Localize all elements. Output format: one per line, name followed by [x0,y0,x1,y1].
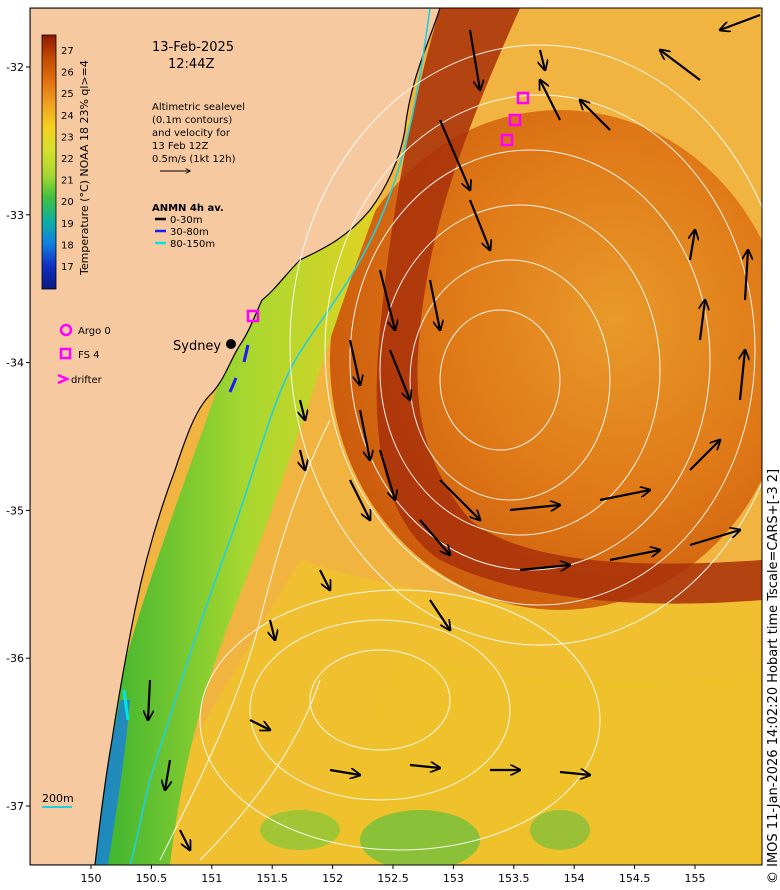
y-tick-label: -32 [6,61,24,74]
svg-text:13 Feb 12Z: 13 Feb 12Z [152,141,209,152]
x-axis: 150 150.5 151 151.5 152 152.5 153 153.5 154 154.5… [81,865,706,885]
svg-text:FS 4: FS 4 [78,350,99,361]
colorbar-tick-label: 23 [61,132,74,143]
x-tick-label: 152.5 [377,872,409,885]
colorbar-tick-label: 21 [61,176,74,187]
city-label: Sydney [173,339,221,354]
svg-text:Argo 0: Argo 0 [78,326,111,337]
colorbar-tick-label: 19 [61,219,74,230]
x-tick-label: 152 [322,872,343,885]
map-field [30,8,762,865]
colorbar-tick-label: 18 [61,240,74,251]
colorbar: 27 26 25 24 23 22 21 20 19 18 17 Temperature (°C) … [41,34,91,290]
colorbar-tick-label: 24 [61,111,74,122]
colorbar-tick-label: 27 [61,46,74,57]
svg-text:30-80m: 30-80m [170,227,209,238]
y-tick-label: -37 [6,800,24,813]
x-tick-label: 151.5 [256,872,288,885]
colorbar-tick-label: 22 [61,154,74,165]
svg-text:and velocity for: and velocity for [152,128,231,139]
y-axis: -32 -33 -34 -35 -36 -37 [6,61,30,813]
map-date: 13-Feb-2025 [152,40,234,55]
x-tick-label: 153 [443,872,464,885]
isobath-label: 200m [42,792,74,805]
svg-text:ANMN 4h av.: ANMN 4h av. [152,203,224,214]
x-tick-label: 154 [564,872,585,885]
x-tick-label: 155 [685,872,706,885]
city-marker [226,339,236,349]
x-tick-label: 150.5 [136,872,168,885]
y-tick-label: -35 [6,504,24,517]
map-time: 12:44Z [168,57,214,72]
svg-text:0.5m/s (1kt 12h): 0.5m/s (1kt 12h) [152,154,236,165]
x-tick-label: 150 [81,872,102,885]
svg-text:0-30m: 0-30m [170,215,202,226]
svg-text:Altimetric sealevel: Altimetric sealevel [152,102,245,113]
x-tick-label: 153.5 [498,872,530,885]
y-tick-label: -33 [6,209,24,222]
y-tick-label: -36 [6,652,24,665]
svg-text:drifter: drifter [71,375,103,386]
svg-text:80-150m: 80-150m [170,239,215,250]
x-tick-label: 151 [201,872,222,885]
colorbar-tick-label: 17 [61,262,74,273]
credit-text: © IMOS 11-Jan-2026 14:02:20 Hobart time … [766,468,780,884]
colorbar-tick-label: 26 [61,68,74,79]
y-tick-label: -34 [6,357,24,370]
sst-map: Sydney 13-Feb-2025 12:44Z Altimetric sea… [6,7,763,885]
colorbar-tick-label: 20 [61,197,74,208]
svg-text:(0.1m contours): (0.1m contours) [152,115,232,126]
x-tick-label: 154.5 [619,872,651,885]
colorbar-label: Temperature (°C) NOAA 18 23% ql>=4 [78,60,91,276]
colorbar-tick-label: 25 [61,89,74,100]
